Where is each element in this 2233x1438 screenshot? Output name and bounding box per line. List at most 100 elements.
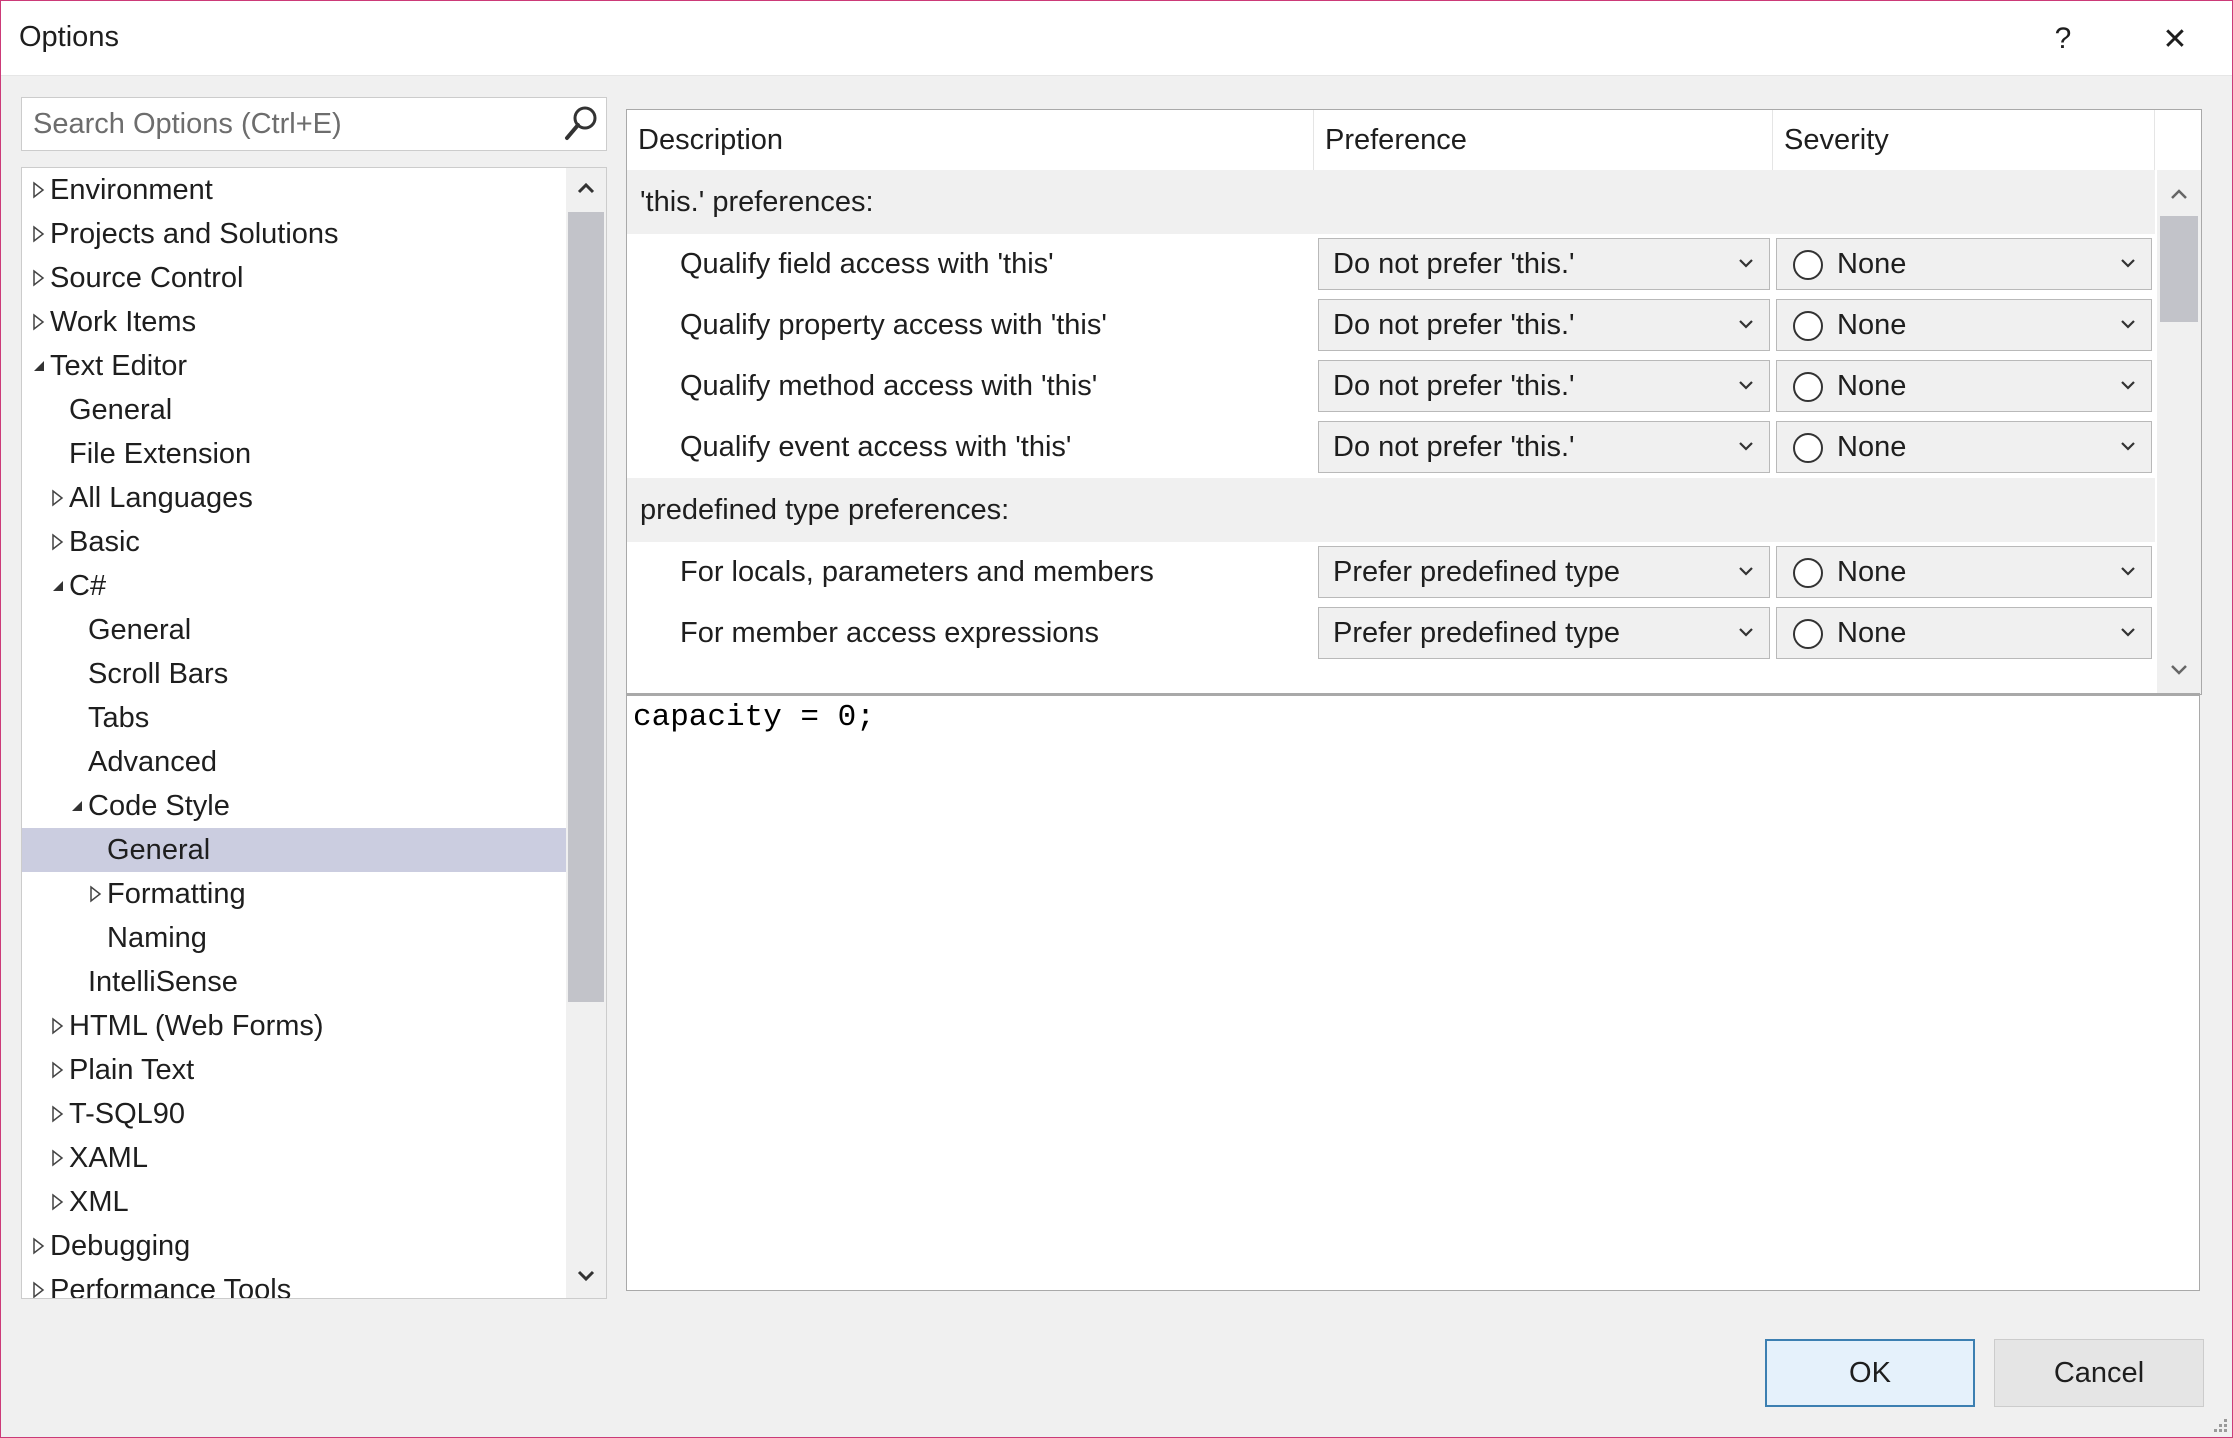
tree-item[interactable]: Source Control bbox=[22, 256, 566, 300]
tree-item[interactable]: General bbox=[22, 608, 566, 652]
preference-dropdown[interactable]: Prefer predefined type bbox=[1318, 607, 1770, 659]
group-header: 'this.' preferences: bbox=[627, 170, 2155, 234]
chevron-down-icon bbox=[2121, 320, 2135, 329]
collapse-arrow-icon[interactable] bbox=[49, 577, 67, 595]
expand-arrow-icon[interactable] bbox=[49, 1061, 67, 1079]
tree-item-label: Basic bbox=[69, 525, 140, 558]
tree-item[interactable]: File Extension bbox=[22, 432, 566, 476]
search-input[interactable] bbox=[22, 98, 562, 150]
cancel-button[interactable]: Cancel bbox=[1994, 1339, 2204, 1407]
expand-arrow-icon[interactable] bbox=[30, 313, 48, 331]
expand-arrow-icon[interactable] bbox=[30, 1237, 48, 1255]
code-preview: capacity = 0; bbox=[626, 693, 2200, 1291]
expand-arrow-icon[interactable] bbox=[49, 1149, 67, 1167]
column-header-severity[interactable]: Severity bbox=[1773, 110, 2155, 170]
preference-dropdown[interactable]: Prefer predefined type bbox=[1318, 546, 1770, 598]
title-bar: Options ? ✕ bbox=[1, 1, 2232, 76]
option-row: For locals, parameters and members Prefer… bbox=[627, 542, 2155, 603]
scroll-down-icon[interactable] bbox=[2167, 658, 2191, 682]
preference-dropdown[interactable]: Do not prefer 'this.' bbox=[1318, 421, 1770, 473]
tree-item-label: Text Editor bbox=[50, 349, 187, 382]
chevron-down-icon bbox=[2121, 442, 2135, 451]
severity-dropdown[interactable]: None bbox=[1776, 299, 2152, 351]
severity-value: None bbox=[1837, 616, 1907, 649]
close-button[interactable]: ✕ bbox=[2145, 9, 2205, 69]
tree-item[interactable]: Advanced bbox=[22, 740, 566, 784]
tree-item[interactable]: IntelliSense bbox=[22, 960, 566, 1004]
tree-scrollbar[interactable] bbox=[566, 168, 606, 1298]
tree-item[interactable]: HTML (Web Forms) bbox=[22, 1004, 566, 1048]
tree-item[interactable]: C# bbox=[22, 564, 566, 608]
tree-item[interactable]: Projects and Solutions bbox=[22, 212, 566, 256]
tree-item[interactable]: General bbox=[22, 388, 566, 432]
tree-item[interactable]: XML bbox=[22, 1180, 566, 1224]
collapse-arrow-icon[interactable] bbox=[30, 357, 48, 375]
tree-item[interactable]: General bbox=[22, 828, 566, 872]
expand-arrow-icon[interactable] bbox=[30, 1281, 48, 1298]
tree-item[interactable]: Formatting bbox=[22, 872, 566, 916]
grid-header: Description Preference Severity bbox=[627, 110, 2155, 171]
collapse-arrow-icon[interactable] bbox=[68, 797, 86, 815]
severity-dropdown[interactable]: None bbox=[1776, 238, 2152, 290]
preference-value: Prefer predefined type bbox=[1333, 555, 1620, 588]
tree-item[interactable]: Plain Text bbox=[22, 1048, 566, 1092]
tree-item-label: XML bbox=[69, 1185, 129, 1218]
column-header-description[interactable]: Description bbox=[627, 110, 1314, 170]
tree-item-label: Work Items bbox=[50, 305, 197, 338]
tree-scroll-thumb[interactable] bbox=[568, 212, 604, 1002]
preview-code: capacity = 0; bbox=[633, 700, 875, 735]
grid-scroll-thumb[interactable] bbox=[2160, 216, 2198, 322]
tree-item[interactable]: Code Style bbox=[22, 784, 566, 828]
expand-arrow-icon[interactable] bbox=[49, 489, 67, 507]
dialog-title: Options bbox=[19, 21, 119, 53]
tree-item[interactable]: All Languages bbox=[22, 476, 566, 520]
tree-item[interactable]: Basic bbox=[22, 520, 566, 564]
tree-item[interactable]: Environment bbox=[22, 168, 566, 212]
preference-value: Do not prefer 'this.' bbox=[1333, 247, 1575, 280]
preference-dropdown[interactable]: Do not prefer 'this.' bbox=[1318, 360, 1770, 412]
tree-item[interactable]: Work Items bbox=[22, 300, 566, 344]
severity-dropdown[interactable]: None bbox=[1776, 421, 2152, 473]
severity-value: None bbox=[1837, 247, 1907, 280]
tree-item[interactable]: Debugging bbox=[22, 1224, 566, 1268]
tree-item[interactable]: Text Editor bbox=[22, 344, 566, 388]
severity-dropdown[interactable]: None bbox=[1776, 360, 2152, 412]
expand-arrow-icon[interactable] bbox=[30, 225, 48, 243]
tree-item[interactable]: Performance Tools bbox=[22, 1268, 566, 1298]
option-row: Qualify field access with 'this' Do not p… bbox=[627, 234, 2155, 295]
severity-dropdown[interactable]: None bbox=[1776, 546, 2152, 598]
expand-arrow-icon[interactable] bbox=[49, 1105, 67, 1123]
chevron-down-icon bbox=[2121, 259, 2135, 268]
expand-arrow-icon[interactable] bbox=[49, 1193, 67, 1211]
tree-item[interactable]: Tabs bbox=[22, 696, 566, 740]
preference-dropdown[interactable]: Do not prefer 'this.' bbox=[1318, 238, 1770, 290]
tree-item[interactable]: Naming bbox=[22, 916, 566, 960]
expand-arrow-icon[interactable] bbox=[30, 181, 48, 199]
option-description: Qualify event access with 'this' bbox=[680, 431, 1072, 463]
chevron-down-icon bbox=[1739, 259, 1753, 268]
scroll-up-icon[interactable] bbox=[574, 176, 598, 200]
search-icon[interactable] bbox=[562, 104, 600, 144]
severity-value: None bbox=[1837, 308, 1907, 341]
expand-arrow-icon[interactable] bbox=[30, 269, 48, 287]
column-header-preference[interactable]: Preference bbox=[1314, 110, 1773, 170]
grid-scrollbar[interactable] bbox=[2157, 170, 2201, 694]
scroll-down-icon[interactable] bbox=[574, 1264, 598, 1288]
expand-arrow-icon[interactable] bbox=[49, 533, 67, 551]
expand-arrow-icon[interactable] bbox=[49, 1017, 67, 1035]
severity-dropdown[interactable]: None bbox=[1776, 607, 2152, 659]
tree-item[interactable]: Scroll Bars bbox=[22, 652, 566, 696]
preference-dropdown[interactable]: Do not prefer 'this.' bbox=[1318, 299, 1770, 351]
tree-item-label: Scroll Bars bbox=[88, 657, 229, 690]
expand-arrow-icon[interactable] bbox=[87, 885, 105, 903]
preference-value: Prefer predefined type bbox=[1333, 616, 1620, 649]
tree-item[interactable]: T-SQL90 bbox=[22, 1092, 566, 1136]
tree-item[interactable]: XAML bbox=[22, 1136, 566, 1180]
tree-item-label: Formatting bbox=[107, 877, 246, 910]
option-row: Qualify property access with 'this' Do no… bbox=[627, 295, 2155, 356]
resize-grip-icon[interactable] bbox=[2208, 1413, 2228, 1433]
ok-button[interactable]: OK bbox=[1765, 1339, 1975, 1407]
scroll-up-icon[interactable] bbox=[2167, 182, 2191, 206]
help-button[interactable]: ? bbox=[2033, 9, 2093, 69]
chevron-down-icon bbox=[2121, 628, 2135, 637]
